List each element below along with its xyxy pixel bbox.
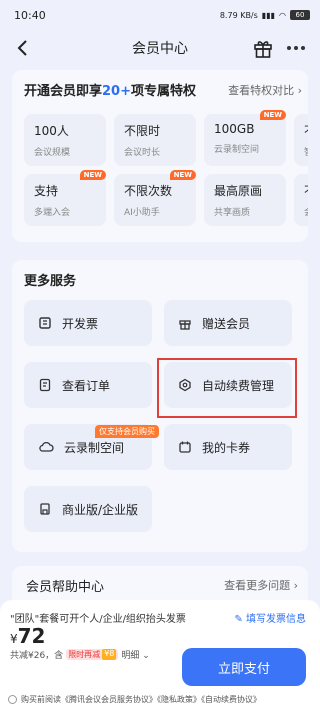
privilege-item[interactable]: 不限次数 AI小助手 NEW [114,170,196,226]
view-orders-button[interactable]: 查看订单 [24,362,152,408]
privilege-item[interactable]: 不限智能 [294,114,308,166]
privilege-item[interactable]: 100人 会议规模 [24,114,106,166]
status-bar: 10:40 8.79 KB/s ▮▮▮ ◠ 60 [0,0,320,30]
navigation-bar: 会员中心 [0,30,320,66]
limited-discount-badge: 限时再减 ¥8 [66,649,119,660]
gift-icon [179,320,191,330]
battery-icon: 60 [290,10,310,20]
new-badge: NEW [79,170,106,180]
discount-summary: 共减¥26，含 限时再减 ¥8 明细 ⌄ [10,648,150,661]
privilege-item[interactable]: 最高原画 共享画质 [204,174,286,226]
invoice-button[interactable]: 开发票 [24,300,152,346]
back-button[interactable] [10,36,34,60]
invoice-note: "团队"套餐可开个人/企业/组织抬头发票 [10,614,186,625]
signal-icon: ▮▮▮ [261,10,276,20]
network-speed: 8.79 KB/s [219,10,258,20]
new-badge: NEW [169,170,196,180]
gift-membership-button[interactable]: 赠送会员 [164,300,292,346]
checkout-bar: "团队"套餐可开个人/企业/组织抬头发票 ✎ 填写发票信息 ¥72 共减¥26，… [0,600,320,714]
more-options-button[interactable] [284,38,308,58]
gift-button[interactable] [252,37,274,59]
privilege-item[interactable]: 支持 多端入会 NEW [24,170,106,226]
privileges-card: 开通会员即享20+项专属特权 查看特权对比 › 100人 会议规模 不限时 会议时长… [12,70,308,242]
pay-now-button[interactable]: 立即支付 [182,648,306,686]
gift-icon [254,41,272,58]
services-title: 更多服务 [24,274,77,289]
details-toggle[interactable]: 明细 ⌄ [121,648,149,661]
view-more-questions-link[interactable]: 查看更多问题 › [224,577,298,593]
my-coupons-button[interactable]: 我的卡券 [164,424,292,470]
page-title: 会员中心 [132,41,188,57]
privilege-item[interactable]: 不限时 会议时长 [114,114,196,166]
agreement-text: 购买前阅读《腾讯会议会员服务协议》《隐私政策》《自动续费协议》 [21,695,261,704]
new-badge: NEW [259,110,286,120]
fill-invoice-link[interactable]: ✎ 填写发票信息 [234,610,306,625]
highlight-frame [157,358,297,418]
invoice-icon [39,317,51,329]
edit-icon: ✎ [234,614,246,625]
member-only-tag: 仅支持会员购买 [95,425,159,438]
back-arrow-icon [17,40,27,56]
status-time: 10:40 [14,8,46,22]
agreement-row: 购买前阅读《腾讯会议会员服务协议》《隐私政策》《自动续费协议》 [8,694,261,705]
status-indicators: 8.79 KB/s ▮▮▮ ◠ 60 [220,10,310,20]
compare-privileges-link[interactable]: 查看特权对比 › [228,82,302,98]
privileges-title: 开通会员即享20+项专属特权 [24,84,197,99]
agreement-checkbox[interactable] [8,695,17,704]
order-icon [39,378,51,392]
wifi-icon: ◠ [279,10,286,20]
coupon-icon [179,441,191,453]
enterprise-icon [40,503,50,515]
price: ¥72 [10,624,46,648]
business-enterprise-button[interactable]: 商业版/企业版 [24,486,152,532]
cloud-icon [39,441,54,452]
help-center-title: 会员帮助中心 [26,580,105,595]
privilege-item[interactable]: 不会话 [294,174,308,226]
privilege-item[interactable]: 100GB 云录制空间 NEW [204,110,286,166]
